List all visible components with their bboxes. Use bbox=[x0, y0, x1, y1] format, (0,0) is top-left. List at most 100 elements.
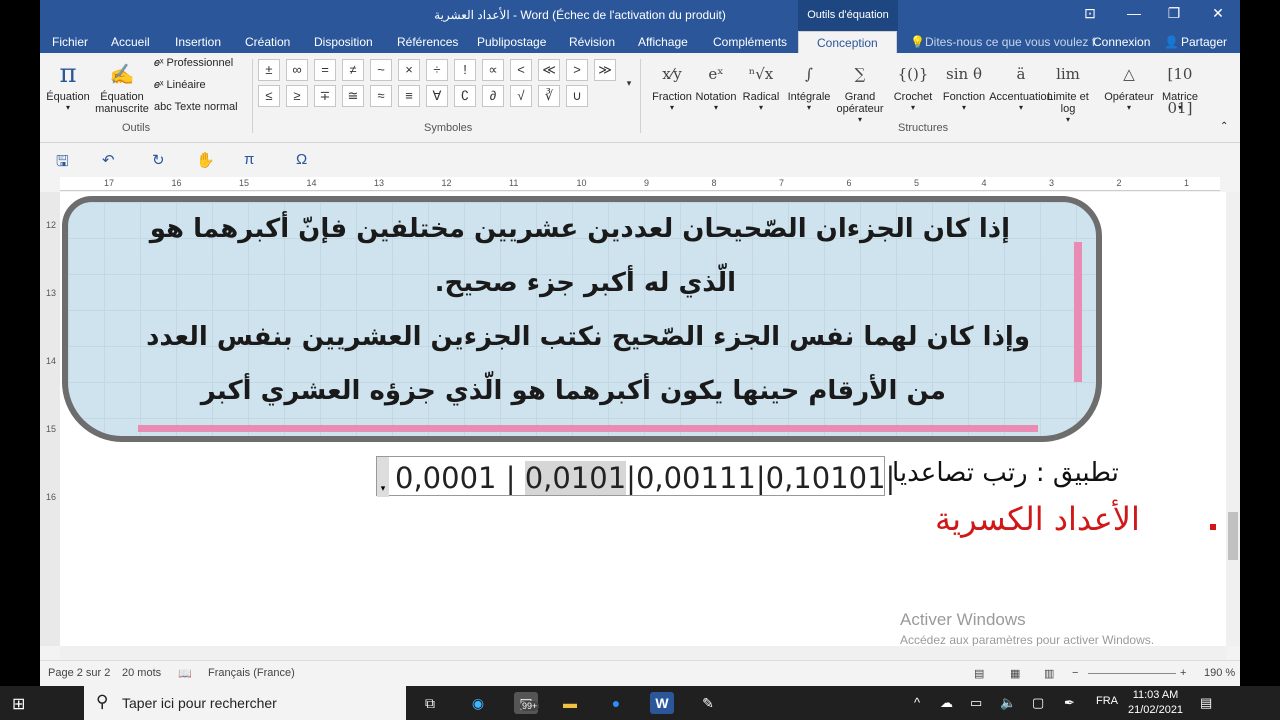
symbol-button[interactable]: × bbox=[398, 59, 420, 81]
undo-icon[interactable]: ↶ bbox=[102, 151, 115, 169]
symbol-button[interactable]: ≪ bbox=[538, 59, 560, 81]
symbol-button[interactable]: ∞ bbox=[286, 59, 308, 81]
symbol-button[interactable]: > bbox=[566, 59, 588, 81]
close-icon[interactable]: ✕ bbox=[1208, 5, 1228, 25]
structure-intégralebutton[interactable]: ∫ Intégrale ▾ bbox=[786, 57, 832, 112]
horizontal-scrollbar[interactable] bbox=[60, 646, 1226, 660]
ink-equation-button[interactable]: ✍ Équation manuscrite bbox=[92, 57, 152, 115]
linear-button[interactable]: 𝑒ˣ Linéaire bbox=[154, 79, 206, 92]
battery-icon[interactable]: ▭ bbox=[970, 695, 982, 711]
zoom-slider[interactable] bbox=[1088, 673, 1176, 674]
symbol-button[interactable]: ± bbox=[258, 59, 280, 81]
symbol-button[interactable]: ≤ bbox=[258, 85, 280, 107]
equation-content[interactable]: 0,0001 | 0,0101|0,00111|0,10101| bbox=[395, 461, 895, 495]
tell-me-input[interactable]: Dites-nous ce que vous voulez f bbox=[925, 35, 1095, 49]
edge-icon[interactable]: ◉ bbox=[466, 692, 490, 714]
network-icon[interactable]: ▢ bbox=[1032, 695, 1044, 711]
symbol-button[interactable]: ! bbox=[454, 59, 476, 81]
web-layout-icon[interactable]: ▥ bbox=[1044, 667, 1054, 680]
vertical-scrollbar[interactable] bbox=[1226, 192, 1240, 646]
zoom-app-icon[interactable]: ● bbox=[604, 692, 628, 714]
restore-icon[interactable]: ❐ bbox=[1164, 5, 1184, 25]
symbol-button[interactable]: ≥ bbox=[286, 85, 308, 107]
equation-button[interactable]: π Équation ▾ bbox=[44, 57, 92, 112]
tray-chevron-icon[interactable]: ^ bbox=[914, 695, 920, 710]
structure-fractionbutton[interactable]: x⁄y Fraction ▾ bbox=[652, 57, 692, 112]
zoom-level[interactable]: 190 % bbox=[1204, 667, 1235, 679]
redo-icon[interactable]: ↻ bbox=[152, 151, 165, 169]
save-icon[interactable]: 🖫 bbox=[56, 151, 69, 176]
notification-icon[interactable]: ▤ bbox=[1200, 695, 1212, 711]
connexion-link[interactable]: Connexion bbox=[1093, 35, 1150, 49]
zoom-out-icon[interactable]: − bbox=[1072, 667, 1078, 679]
professional-button[interactable]: 𝑒ˣ Professionnel bbox=[154, 57, 233, 70]
symbols-more-icon[interactable]: ▾ bbox=[623, 73, 635, 95]
structure-matricebutton[interactable]: [10 01] Matrice ▾ bbox=[1158, 57, 1202, 117]
read-mode-icon[interactable]: ▤ bbox=[974, 667, 984, 680]
scroll-thumb[interactable] bbox=[1228, 512, 1238, 560]
tab-complements[interactable]: Compléments bbox=[713, 35, 787, 49]
collapse-ribbon-icon[interactable]: ⌃ bbox=[1220, 121, 1228, 132]
equation-box[interactable]: ▾ 0,0001 | 0,0101|0,00111|0,10101| bbox=[376, 456, 895, 497]
symbol-button[interactable]: ∂ bbox=[482, 85, 504, 107]
symbol-button[interactable]: ÷ bbox=[426, 59, 448, 81]
language-indicator[interactable]: Français (France) bbox=[208, 667, 295, 679]
pi-icon[interactable]: π bbox=[244, 151, 254, 168]
structure-opérateurbutton[interactable]: △ Opérateur ▾ bbox=[1102, 57, 1156, 112]
symbol-button[interactable]: ≫ bbox=[594, 59, 616, 81]
tab-affichage[interactable]: Affichage bbox=[638, 35, 688, 49]
symbol-button[interactable]: ∁ bbox=[454, 85, 476, 107]
tab-references[interactable]: Références bbox=[397, 35, 458, 49]
proofing-icon[interactable]: 📖 bbox=[178, 667, 192, 680]
zoom-in-icon[interactable]: + bbox=[1180, 667, 1186, 679]
windows-start-icon[interactable]: ⊞ bbox=[12, 694, 25, 714]
omega-icon[interactable]: Ω bbox=[296, 151, 307, 168]
symbol-button[interactable]: ≠ bbox=[342, 59, 364, 81]
structure-crochetbutton[interactable]: {()} Crochet ▾ bbox=[892, 57, 934, 112]
minimize-icon[interactable]: — bbox=[1124, 5, 1144, 25]
symbol-button[interactable]: ∀ bbox=[426, 85, 448, 107]
symbol-button[interactable]: ≅ bbox=[342, 85, 364, 107]
symbol-button[interactable]: ∪ bbox=[566, 85, 588, 107]
word-app-icon[interactable]: W bbox=[650, 692, 674, 714]
symbol-button[interactable]: = bbox=[314, 59, 336, 81]
document-page[interactable]: إذا كان الجزءان الصّحيحان لعددين عشريين … bbox=[60, 192, 1226, 646]
share-button[interactable]: Partager bbox=[1181, 35, 1227, 49]
document-area[interactable]: إذا كان الجزءان الصّحيحان لعددين عشريين … bbox=[60, 192, 1226, 646]
file-explorer-icon[interactable]: ▬ bbox=[558, 692, 582, 714]
clock[interactable]: 11:03 AM 21/02/2021 bbox=[1128, 688, 1183, 718]
symbol-button[interactable]: < bbox=[510, 59, 532, 81]
language-indicator[interactable]: FRA bbox=[1096, 695, 1118, 707]
cloud-icon[interactable]: ☁ bbox=[940, 695, 953, 711]
word-count[interactable]: 20 mots bbox=[122, 667, 161, 679]
symbol-button[interactable]: √ bbox=[510, 85, 532, 107]
ribbon-display-icon[interactable]: ⊡ bbox=[1080, 5, 1100, 25]
tab-publipostage[interactable]: Publipostage bbox=[477, 35, 546, 49]
structure-radicalbutton[interactable]: ⁿ√x Radical ▾ bbox=[740, 57, 782, 112]
volume-icon[interactable]: 🔈 bbox=[1000, 695, 1016, 711]
symbol-button[interactable]: ∝ bbox=[482, 59, 504, 81]
tab-insertion[interactable]: Insertion bbox=[175, 35, 221, 49]
equation-options-icon[interactable]: ▾ bbox=[377, 457, 389, 497]
structure-fonctionbutton[interactable]: sin θ Fonction ▾ bbox=[940, 57, 988, 112]
structure-limite-etbutton[interactable]: lim Limite et log ▾ bbox=[1042, 57, 1094, 124]
task-view-icon[interactable]: ⧉ bbox=[418, 692, 442, 714]
touch-mode-icon[interactable]: ✋ bbox=[196, 151, 215, 169]
tab-fichier[interactable]: Fichier bbox=[52, 35, 88, 49]
tab-creation[interactable]: Création bbox=[245, 35, 290, 49]
symbol-button[interactable]: ≡ bbox=[398, 85, 420, 107]
tab-revision[interactable]: Révision bbox=[569, 35, 615, 49]
symbol-button[interactable]: ∛ bbox=[538, 85, 560, 107]
print-layout-icon[interactable]: ▦ bbox=[1010, 667, 1020, 680]
normal-text-button[interactable]: abc Texte normal bbox=[154, 101, 238, 113]
symbol-button[interactable]: ~ bbox=[370, 59, 392, 81]
structure-notationbutton[interactable]: eˣ Notation ▾ bbox=[695, 57, 737, 112]
symbol-button[interactable]: ≈ bbox=[370, 85, 392, 107]
paint-icon[interactable]: ✎ bbox=[696, 692, 720, 714]
page-count[interactable]: Page 2 sur 2 bbox=[48, 667, 110, 679]
tab-conception[interactable]: Conception bbox=[798, 31, 897, 53]
symbol-button[interactable]: ∓ bbox=[314, 85, 336, 107]
tab-accueil[interactable]: Accueil bbox=[111, 35, 150, 49]
structure-grandbutton[interactable]: ∑ Grand opérateur ▾ bbox=[834, 57, 886, 124]
taskbar-search[interactable]: ⚲ Taper ici pour rechercher bbox=[84, 686, 406, 720]
